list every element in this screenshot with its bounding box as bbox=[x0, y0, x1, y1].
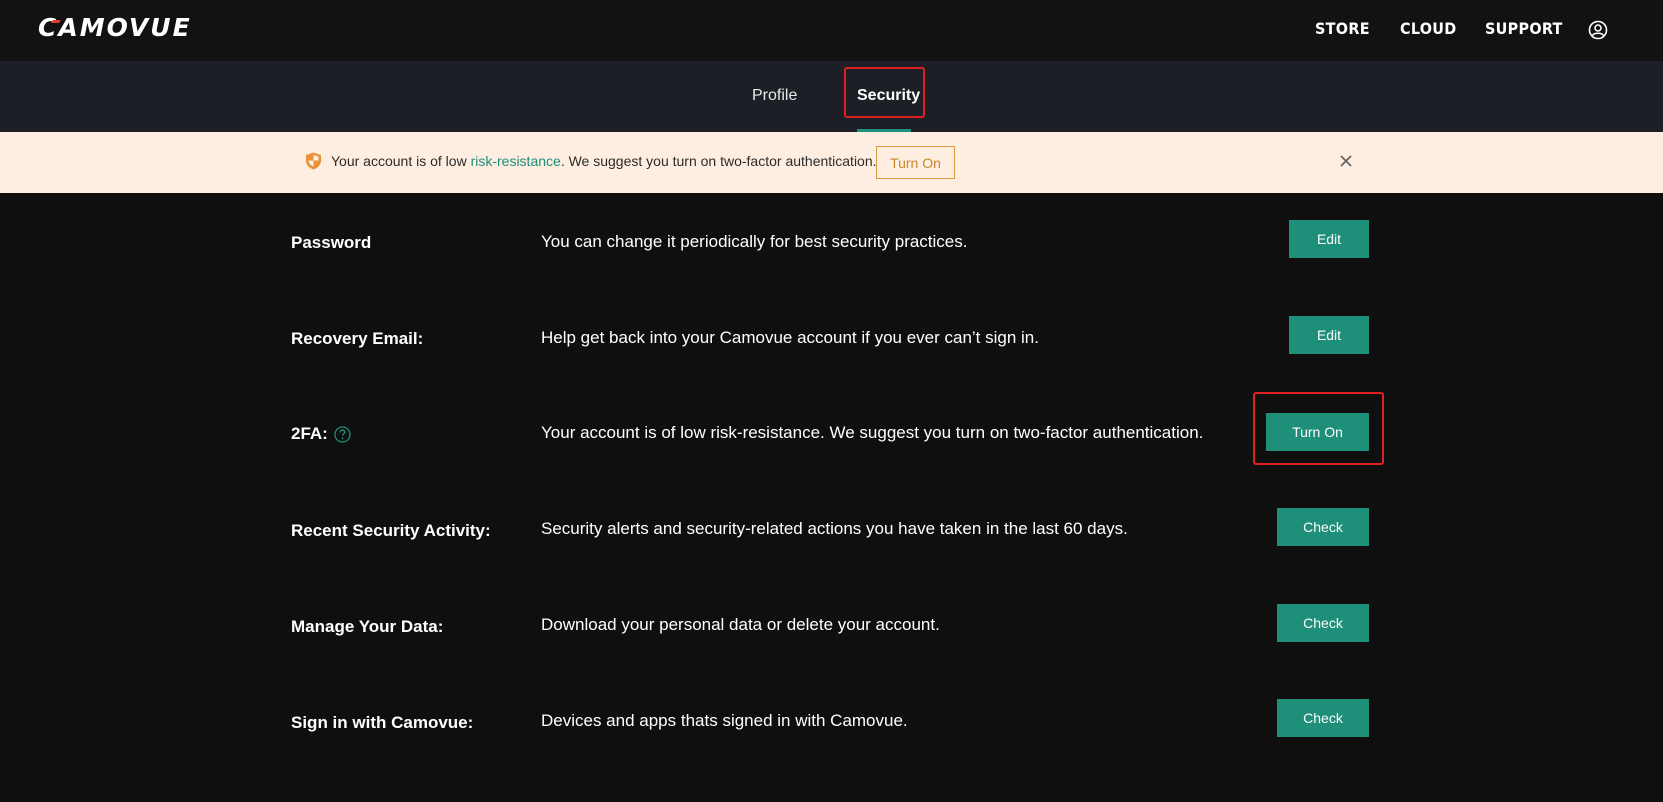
recovery-email-description: Help get back into your Camovue account … bbox=[541, 328, 1039, 347]
banner-turn-on-button[interactable]: Turn On bbox=[876, 146, 955, 179]
highlight-box-2fa-button bbox=[1253, 392, 1384, 465]
logo-accent-mark bbox=[51, 20, 61, 23]
recovery-email-title: Recovery Email: bbox=[291, 329, 424, 348]
tab-profile[interactable]: Profile bbox=[752, 87, 797, 105]
recent-activity-description: Security alerts and security-related act… bbox=[541, 519, 1128, 538]
banner-text-end: . We suggest you turn on two-factor auth… bbox=[560, 153, 877, 169]
password-row: Password You can change it periodically … bbox=[0, 193, 1663, 289]
password-description: You can change it periodically for best … bbox=[541, 232, 968, 251]
account-tabs: Profile Security bbox=[0, 61, 1663, 132]
close-icon[interactable] bbox=[1336, 151, 1356, 171]
recent-activity-row: Recent Security Activity: Security alert… bbox=[0, 481, 1663, 577]
banner-text-start: Your account is of low bbox=[331, 153, 471, 169]
manage-data-title: Manage Your Data: bbox=[291, 617, 444, 636]
camovue-logo[interactable]: CAMOVUE bbox=[38, 13, 192, 42]
recent-activity-title: Recent Security Activity: bbox=[291, 521, 491, 540]
nav-store[interactable]: STORE bbox=[1315, 19, 1370, 38]
sign-in-camovue-row: Sign in with Camovue: Devices and apps t… bbox=[0, 673, 1663, 769]
help-question-icon[interactable] bbox=[334, 426, 351, 443]
manage-data-row: Manage Your Data: Download your personal… bbox=[0, 577, 1663, 673]
password-title: Password bbox=[291, 233, 372, 252]
2fa-row: 2FA: Your account is of low risk-resista… bbox=[0, 385, 1663, 481]
user-circle-icon[interactable] bbox=[1588, 20, 1608, 40]
highlight-box-security-tab bbox=[844, 67, 925, 118]
recovery-email-edit-button[interactable]: Edit bbox=[1289, 316, 1369, 354]
2fa-title: 2FA: bbox=[291, 424, 328, 443]
manage-data-check-button[interactable]: Check bbox=[1277, 604, 1369, 642]
shield-icon bbox=[306, 152, 321, 170]
recovery-email-row: Recovery Email: Help get back into your … bbox=[0, 289, 1663, 385]
security-warning-banner: Your account is of low risk-resistance. … bbox=[0, 132, 1663, 193]
banner-message: Your account is of low risk-resistance. … bbox=[331, 153, 877, 169]
nav-cloud[interactable]: CLOUD bbox=[1400, 19, 1457, 38]
recent-activity-check-button[interactable]: Check bbox=[1277, 508, 1369, 546]
password-edit-button[interactable]: Edit bbox=[1289, 220, 1369, 258]
top-header: CAMOVUE STORE CLOUD SUPPORT bbox=[0, 0, 1663, 62]
2fa-title-wrap: 2FA: bbox=[291, 424, 351, 444]
sign-in-camovue-check-button[interactable]: Check bbox=[1277, 699, 1369, 737]
risk-resistance-link[interactable]: risk-resistance bbox=[471, 153, 561, 169]
nav-support[interactable]: SUPPORT bbox=[1485, 19, 1563, 38]
sign-in-camovue-description: Devices and apps thats signed in with Ca… bbox=[541, 711, 908, 730]
manage-data-description: Download your personal data or delete yo… bbox=[541, 615, 940, 634]
sign-in-camovue-title: Sign in with Camovue: bbox=[291, 713, 474, 732]
2fa-description: Your account is of low risk-resistance. … bbox=[541, 423, 1204, 442]
